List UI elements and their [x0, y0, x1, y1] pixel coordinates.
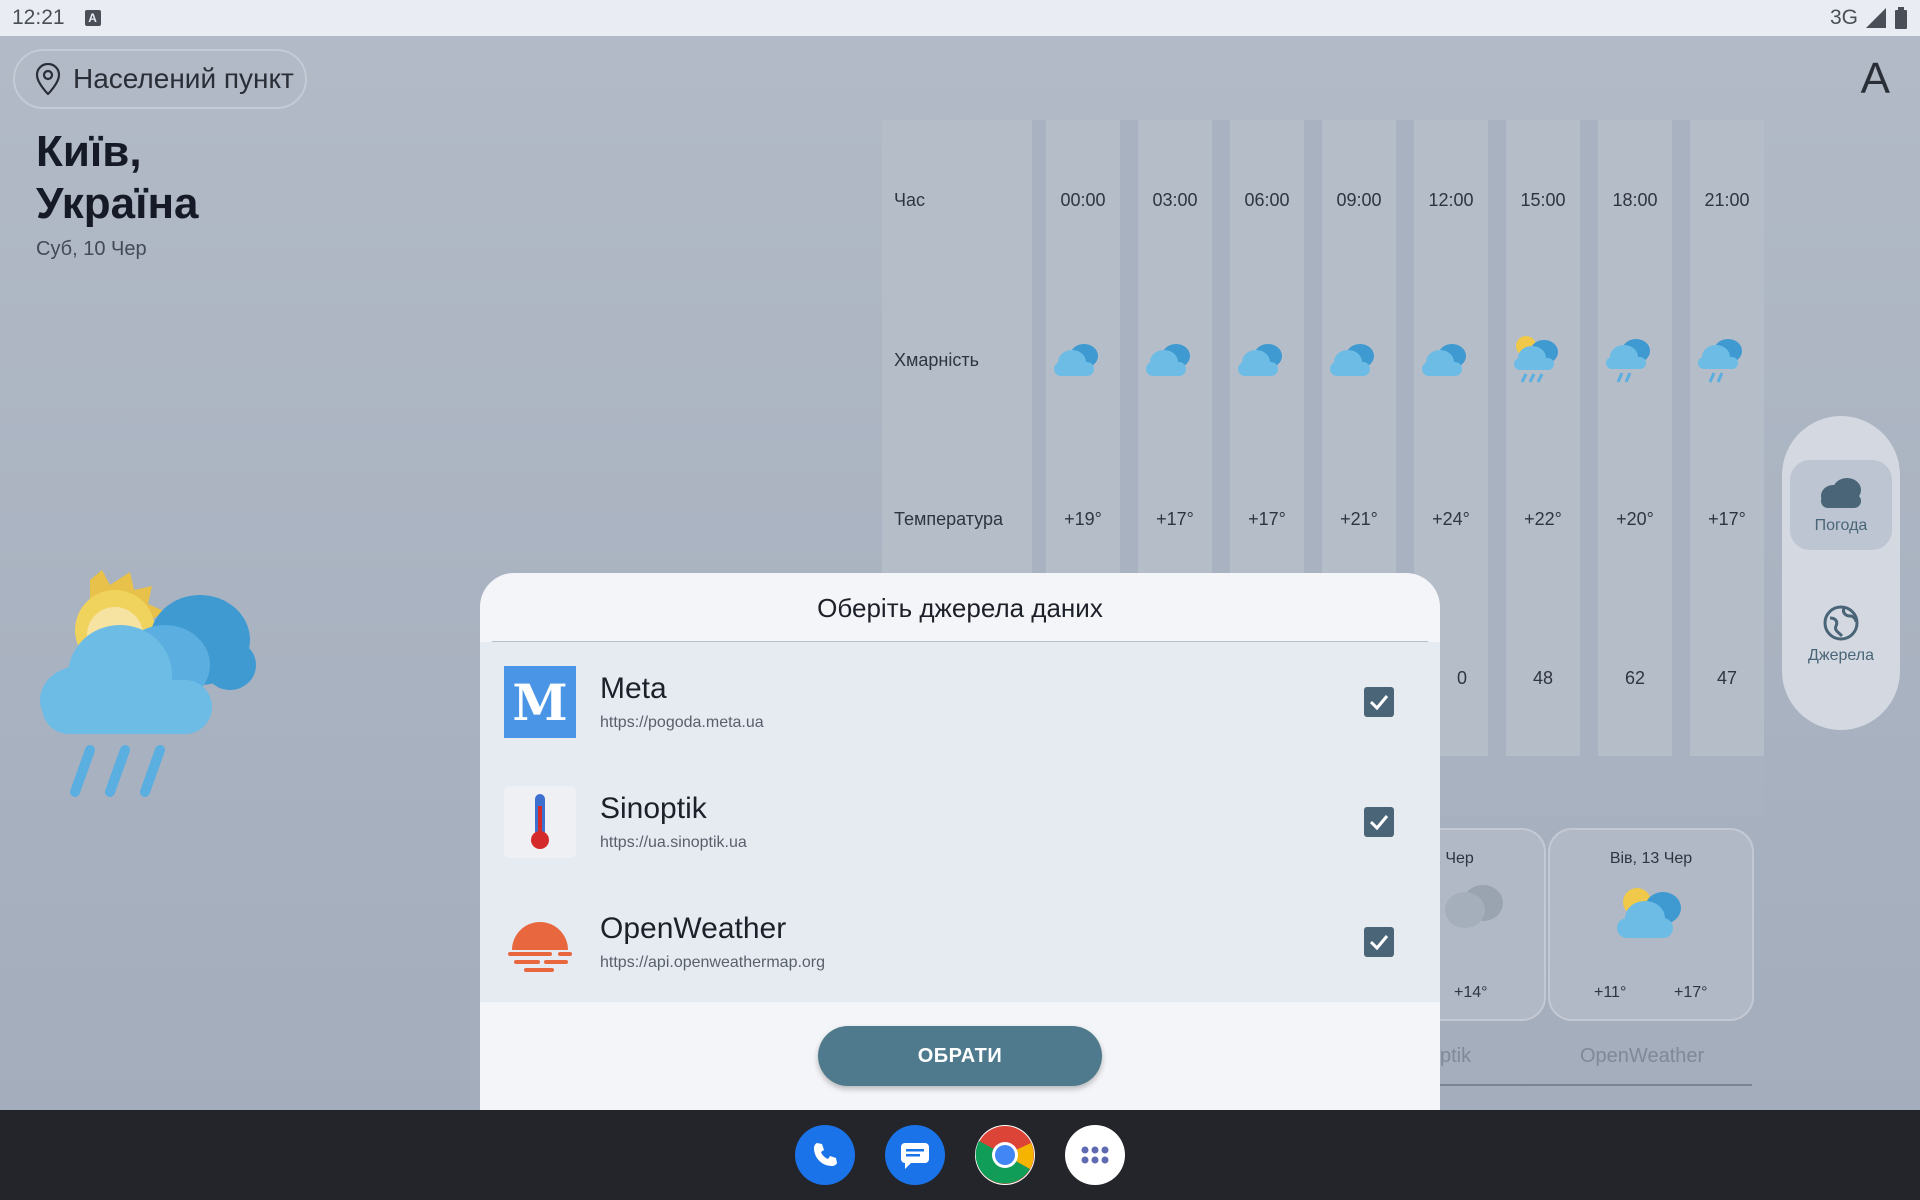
time-cell: 15:00: [1520, 190, 1566, 210]
row4-cell: 48: [1532, 668, 1554, 688]
time-cell: 06:00: [1244, 190, 1290, 210]
cloudy-icon: [1422, 344, 1466, 376]
apps-grid-icon: [1081, 1146, 1109, 1164]
country-name: Україна: [36, 179, 199, 228]
rail-item-weather[interactable]: Погода: [1790, 460, 1892, 550]
messages-app-icon[interactable]: [885, 1125, 945, 1185]
sun-cloud-rain-icon: [40, 570, 256, 797]
openweather-sun-icon: [508, 922, 572, 972]
source-checkbox[interactable]: [1364, 807, 1394, 837]
chrome-app-icon[interactable]: [975, 1125, 1035, 1185]
notification-icon: A: [84, 10, 101, 26]
row-label-temperature: Температура: [894, 509, 1004, 529]
status-right: 3G: [1830, 6, 1908, 30]
cloud-icon: [1821, 478, 1861, 508]
time-cell: 09:00: [1336, 190, 1382, 210]
sources-list: M Meta https://pogoda.meta.ua Sinoptik h…: [480, 642, 1440, 1002]
battery-icon: [1895, 7, 1907, 29]
temp-cell: +17°: [1248, 509, 1286, 529]
city-title: Київ, Україна: [36, 126, 336, 230]
globe-icon: [1823, 605, 1859, 641]
temp-cell: +24°: [1432, 509, 1470, 529]
table-column: [1690, 120, 1764, 756]
tab-underline: [1440, 1084, 1752, 1086]
cloud-rain-icon: [1606, 339, 1650, 383]
row4-cell: 47: [1716, 668, 1738, 688]
svg-text:M: M: [512, 673, 567, 732]
rail-item-label: Джерела: [1808, 647, 1874, 664]
choose-button[interactable]: ОБРАТИ: [818, 1026, 1102, 1086]
current-date: Суб, 10 Чер: [36, 238, 147, 260]
row4-cell: 62: [1624, 668, 1646, 688]
source-url: https://pogoda.meta.ua: [600, 714, 764, 731]
cloudy-icon: [1054, 344, 1098, 376]
dialog-title: Оберіть джерела даних: [817, 593, 1103, 623]
temp-cell: +17°: [1156, 509, 1194, 529]
temp-cell: +17°: [1708, 509, 1746, 529]
time-cell: 00:00: [1060, 190, 1106, 210]
cloudy-icon: [1146, 344, 1190, 376]
network-type: 3G: [1829, 6, 1858, 29]
day-card[interactable]: Вів, 13 Чер +11° +17°: [1548, 828, 1754, 1021]
sun-cloud-icon: [1617, 888, 1681, 938]
tab-sinoptik[interactable]: ptik: [1440, 1045, 1471, 1068]
phone-icon: [814, 1143, 837, 1166]
phone-app-icon[interactable]: [795, 1125, 855, 1185]
rail-item-sources[interactable]: Джерела: [1790, 594, 1892, 684]
location-button-label: Населений пункт: [73, 63, 294, 94]
time-cell: 03:00: [1152, 190, 1198, 210]
language-button[interactable]: A: [1861, 54, 1890, 104]
tab-openweather[interactable]: OpenWeather: [1580, 1045, 1704, 1068]
temp-cell: +21°: [1340, 509, 1378, 529]
source-row-openweather[interactable]: OpenWeather https://api.openweathermap.o…: [480, 882, 1440, 1002]
source-name: Meta: [600, 672, 667, 705]
source-url: https://api.openweathermap.org: [600, 954, 826, 971]
row-label-time: Час: [894, 190, 926, 210]
select-sources-dialog: Оберіть джерела даних M Meta https://pog…: [480, 573, 1440, 1110]
source-name: OpenWeather: [600, 912, 787, 945]
sun-rain-icon: [1514, 336, 1558, 383]
app-drawer-icon[interactable]: [1065, 1125, 1125, 1185]
location-button[interactable]: Населений пункт: [13, 49, 307, 109]
temp-cell: +22°: [1524, 509, 1562, 529]
navigation-rail: Погода Джерела: [1782, 416, 1900, 730]
source-checkbox[interactable]: [1364, 687, 1394, 717]
cloudy-icon: [1330, 344, 1374, 376]
signal-icon: [1866, 8, 1886, 28]
status-bar: 12:21 A 3G: [0, 0, 1920, 36]
time-cell: 21:00: [1704, 190, 1750, 210]
day-card-high: +14°: [1454, 984, 1488, 1001]
checkmark-icon: [1369, 815, 1389, 831]
time-cell: 18:00: [1612, 190, 1658, 210]
day-card-high: +17°: [1674, 984, 1708, 1001]
system-dock: [0, 1110, 1920, 1200]
time-cell: 12:00: [1428, 190, 1474, 210]
thermometer-icon: [504, 786, 576, 858]
cloudy-icon: [1238, 344, 1282, 376]
day-card-date: Вів, 13 Чер: [1609, 850, 1693, 867]
message-icon: [901, 1143, 929, 1169]
chrome-icon: [975, 1126, 1034, 1184]
source-row-sinoptik[interactable]: Sinoptik https://ua.sinoptik.ua: [480, 762, 1440, 882]
day-card-low: +11°: [1594, 984, 1627, 1001]
source-url: https://ua.sinoptik.ua: [600, 834, 747, 851]
source-name: Sinoptik: [600, 792, 707, 825]
location-pin-icon: [35, 63, 61, 95]
checkmark-icon: [1369, 935, 1389, 951]
meta-logo-icon: M: [504, 666, 576, 738]
table-column: [1598, 120, 1672, 756]
temp-cell: +20°: [1616, 509, 1654, 529]
rail-item-label: Погода: [1814, 517, 1868, 534]
cloudy-icon: [1445, 885, 1503, 928]
status-time: 12:21: [12, 6, 65, 29]
source-checkbox[interactable]: [1364, 927, 1394, 957]
row4-cell: 0: [1456, 668, 1467, 688]
source-row-meta[interactable]: M Meta https://pogoda.meta.ua: [480, 642, 1440, 762]
city-name: Київ,: [36, 127, 142, 176]
table-column: [1506, 120, 1580, 756]
checkmark-icon: [1369, 695, 1389, 711]
row-label-cloudiness: Хмарність: [894, 350, 979, 370]
cloud-rain-icon: [1698, 339, 1742, 383]
temp-cell: +19°: [1064, 509, 1102, 529]
